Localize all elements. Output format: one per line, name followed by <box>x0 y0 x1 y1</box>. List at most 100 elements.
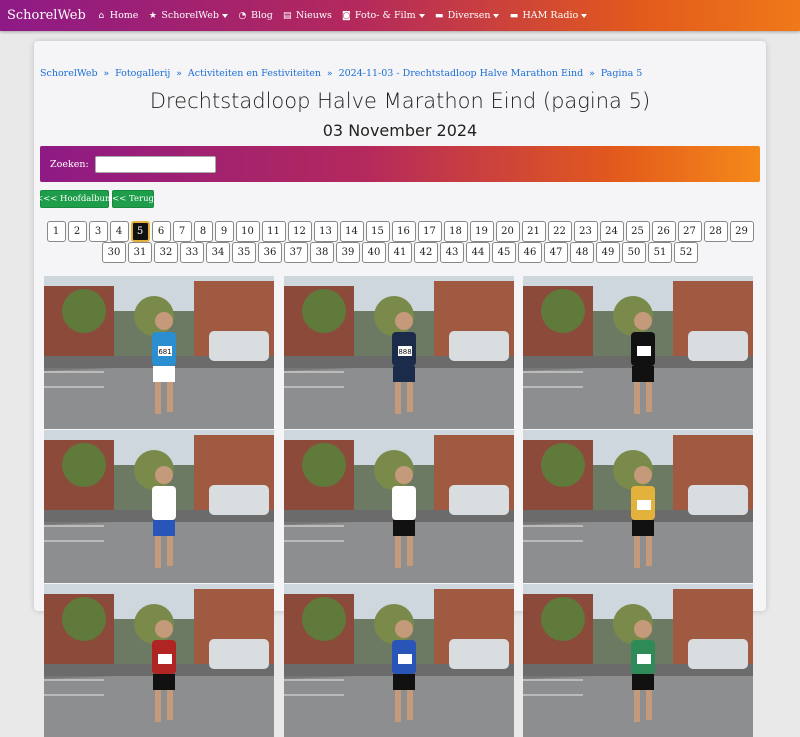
folder-icon: ▬ <box>434 10 444 21</box>
page-button[interactable]: 24 <box>599 221 624 242</box>
main-album-button[interactable]: <<< Hoofdalbum <box>36 190 113 208</box>
breadcrumb: SchorelWeb » Fotogallerij » Activiteiten en … <box>40 68 642 79</box>
page-button[interactable]: 46 <box>518 242 542 263</box>
page-button[interactable]: 32 <box>154 242 178 263</box>
page-button[interactable]: 47 <box>544 242 568 263</box>
page-button[interactable]: 14 <box>339 221 364 242</box>
page-button[interactable]: 27 <box>677 221 702 242</box>
gallery-photo[interactable]: 681 <box>44 276 274 429</box>
page-button[interactable]: 25 <box>625 221 650 242</box>
page-button[interactable]: 37 <box>284 242 308 263</box>
folder-icon: ▬ <box>509 10 519 21</box>
camera-icon: ◙ <box>342 10 351 21</box>
nav-item-label: HAM Radio <box>522 10 579 21</box>
page-button[interactable]: 43 <box>440 242 464 263</box>
page-button[interactable]: 13 <box>313 221 338 242</box>
gallery-photo[interactable] <box>284 430 514 583</box>
nav-item-ham-radio[interactable]: ▬ HAM Radio <box>508 10 588 21</box>
gallery-card: SchorelWeb » Fotogallerij » Activiteiten en … <box>34 41 766 737</box>
page-button[interactable]: 2 <box>67 221 87 242</box>
search-bar: Zoeken: <box>40 146 760 182</box>
nav-item-label: Diversen <box>447 10 491 21</box>
gallery-photo[interactable] <box>44 584 274 737</box>
page-button[interactable]: 23 <box>573 221 598 242</box>
page-button[interactable]: 5 <box>130 221 150 242</box>
nav-item-label: Blog <box>250 10 273 21</box>
nav-item-label: Home <box>109 10 139 21</box>
page-button[interactable]: 11 <box>261 221 286 242</box>
page-button[interactable]: 42 <box>414 242 438 263</box>
page-button[interactable]: 15 <box>365 221 390 242</box>
page-button[interactable]: 7 <box>172 221 192 242</box>
nav-item-foto-film[interactable]: ◙ Foto- & Film <box>341 10 425 21</box>
page-button[interactable]: 39 <box>336 242 360 263</box>
page-button[interactable]: 22 <box>547 221 572 242</box>
page-button[interactable]: 28 <box>703 221 728 242</box>
nav-item-home[interactable]: ⌂ Home <box>96 10 139 21</box>
breadcrumb-item[interactable]: Activiteiten en Festiviteiten <box>188 68 321 79</box>
page-button[interactable]: 36 <box>258 242 282 263</box>
page-button[interactable]: 16 <box>391 221 416 242</box>
star-icon: ★ <box>148 10 157 21</box>
gallery-photo[interactable] <box>44 430 274 583</box>
page-button[interactable]: 40 <box>362 242 386 263</box>
home-icon: ⌂ <box>98 10 105 21</box>
page-button[interactable]: 51 <box>648 242 672 263</box>
page-button[interactable]: 29 <box>729 221 754 242</box>
page-button[interactable]: 9 <box>214 221 234 242</box>
gallery-photo[interactable] <box>523 276 753 429</box>
gallery-photo[interactable] <box>523 430 753 583</box>
breadcrumb-item[interactable]: SchorelWeb <box>40 68 98 79</box>
page-button[interactable]: 41 <box>388 242 412 263</box>
page-button[interactable]: 50 <box>622 242 646 263</box>
breadcrumb-separator-icon: » <box>103 68 110 79</box>
page-button[interactable]: 45 <box>492 242 516 263</box>
page-button[interactable]: 52 <box>674 242 698 263</box>
nav-item-label: Nieuws <box>295 10 332 21</box>
top-navbar: SchorelWeb ⌂ Home ★ SchorelWeb ◔ Blog ▤ Nieuws ◙… <box>0 0 800 31</box>
back-button[interactable]: << Terug <box>112 190 154 208</box>
brand-link[interactable]: SchorelWeb <box>7 8 86 23</box>
bib-number: 681 <box>158 348 171 356</box>
nav-item-blog[interactable]: ◔ Blog <box>237 10 273 21</box>
page-button[interactable]: 21 <box>521 221 546 242</box>
search-input[interactable] <box>94 155 216 173</box>
page-button[interactable]: 34 <box>206 242 230 263</box>
page-button[interactable]: 31 <box>128 242 152 263</box>
page-button[interactable]: 30 <box>102 242 126 263</box>
caret-down-icon <box>581 14 588 18</box>
page-button[interactable]: 10 <box>235 221 260 242</box>
page-button[interactable]: 3 <box>88 221 108 242</box>
page-button[interactable]: 4 <box>109 221 129 242</box>
nav-item-diversen[interactable]: ▬ Diversen <box>434 10 500 21</box>
page-button[interactable]: 38 <box>310 242 334 263</box>
caret-down-icon <box>418 14 425 18</box>
page-button[interactable]: 6 <box>151 221 171 242</box>
breadcrumb-separator-icon: » <box>327 68 333 79</box>
nav-item-schorelweb[interactable]: ★ SchorelWeb <box>147 10 228 21</box>
nav-item-nieuws[interactable]: ▤ Nieuws <box>282 10 332 21</box>
nav-item-label: SchorelWeb <box>161 10 219 21</box>
pagination-row-2: 30 31 32 33 34 35 36 37 38 39 40 41 42 43 44 45 46 47 48 49… <box>34 242 766 263</box>
page-button[interactable]: 33 <box>180 242 204 263</box>
page-button[interactable]: 17 <box>417 221 442 242</box>
page-button[interactable]: 19 <box>469 221 494 242</box>
breadcrumb-item[interactable]: Pagina 5 <box>601 68 643 79</box>
page-button[interactable]: 1 <box>46 221 66 242</box>
page-button[interactable]: 12 <box>287 221 312 242</box>
page-button[interactable]: 20 <box>495 221 520 242</box>
page-button[interactable]: 18 <box>443 221 468 242</box>
page-button[interactable]: 26 <box>651 221 676 242</box>
gallery-photo[interactable] <box>284 584 514 737</box>
page-button[interactable]: 35 <box>232 242 256 263</box>
caret-down-icon <box>493 14 500 18</box>
page-button[interactable]: 8 <box>193 221 213 242</box>
page-button[interactable]: 48 <box>570 242 594 263</box>
gallery-photo[interactable]: 888 <box>284 276 514 429</box>
page-button[interactable]: 49 <box>596 242 620 263</box>
breadcrumb-item[interactable]: 2024-11-03 - Drechtstadloop Halve Marath… <box>339 68 584 79</box>
page-button[interactable]: 44 <box>466 242 490 263</box>
rss-icon: ◔ <box>238 10 247 21</box>
gallery-photo[interactable] <box>523 584 753 737</box>
breadcrumb-item[interactable]: Fotogallerij <box>115 68 170 79</box>
